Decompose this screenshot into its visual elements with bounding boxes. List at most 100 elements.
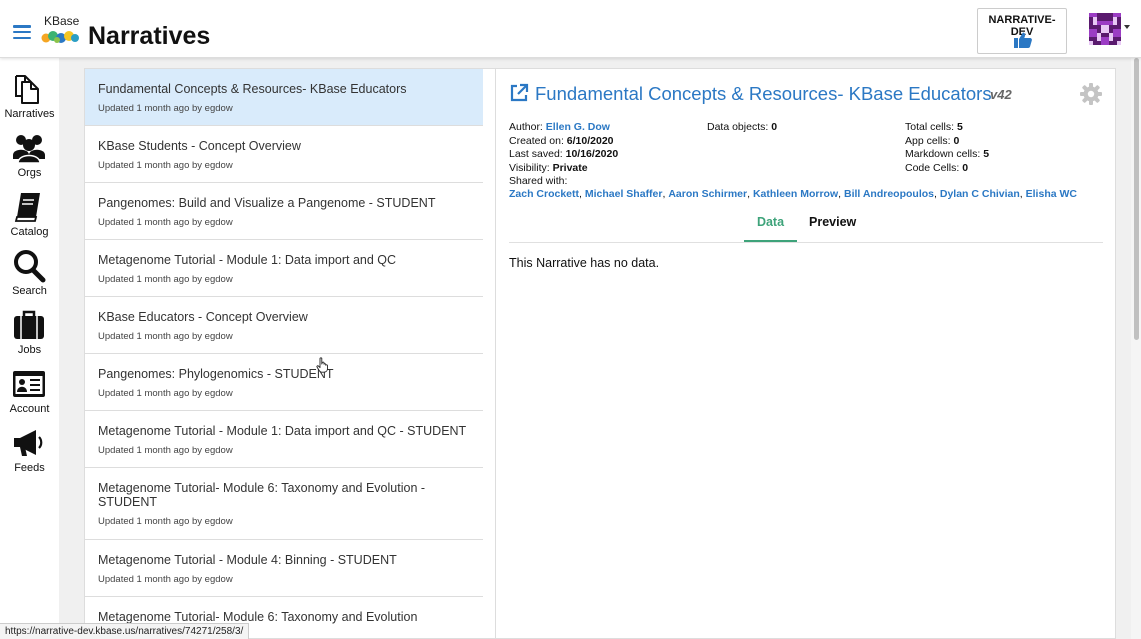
narrative-list-item[interactable]: KBase Students - Concept Overview Update…	[85, 126, 483, 183]
sidebar-item-label: Narratives	[4, 108, 55, 120]
metadata-middle: Data objects: 0	[707, 121, 777, 135]
sidebar-item-label: Feeds	[14, 462, 45, 474]
narratives-icon	[15, 75, 39, 104]
narrative-list-item[interactable]: Pangenomes: Phylogenomics - STUDENT Upda…	[85, 354, 483, 411]
created-label: Created on:	[509, 134, 564, 147]
created-value: 6/10/2020	[566, 134, 614, 147]
visibility-label: Visibility:	[509, 161, 550, 174]
metadata-right: Total cells: 5 App cells: 0 Markdown cel…	[905, 121, 989, 175]
shared-label: Shared with:	[509, 175, 568, 187]
scrollbar-thumb[interactable]	[1134, 58, 1139, 340]
account-icon	[13, 371, 45, 397]
sidebar-item-narratives[interactable]: Narratives	[0, 64, 59, 122]
narrative-list-item-selected[interactable]: Fundamental Concepts & Resources- KBase …	[85, 69, 483, 126]
top-header: KBase Narratives NARRATIVE-DEV	[0, 0, 1141, 58]
narrative-title: KBase Educators - Concept Overview	[98, 310, 308, 324]
author-label: Author:	[509, 121, 543, 133]
sidebar-item-label: Catalog	[10, 226, 49, 238]
narrative-updated: Updated 1 month ago by egdow	[98, 388, 233, 399]
sidebar-item-orgs[interactable]: Orgs	[0, 123, 59, 181]
narrative-detail-title[interactable]: Fundamental Concepts & Resources- KBase …	[535, 83, 992, 105]
narrative-updated: Updated 1 month ago by egdow	[98, 274, 233, 285]
code-cells-value: 0	[962, 161, 969, 174]
narrative-updated: Updated 1 month ago by egdow	[98, 516, 233, 527]
app-cells-label: App cells:	[905, 134, 951, 147]
jobs-icon	[14, 310, 44, 339]
shared-user-link[interactable]: Kathleen Morrow	[753, 188, 838, 200]
kbase-logo[interactable]: KBase	[41, 14, 79, 46]
shared-user-link[interactable]: Aaron Schirmer	[668, 188, 747, 200]
logo-text: KBase	[44, 14, 80, 28]
sidebar-item-feeds[interactable]: Feeds	[0, 418, 59, 476]
shared-user-link[interactable]: Bill Andreopoulos	[844, 188, 934, 200]
search-icon	[14, 250, 46, 283]
feeds-icon	[14, 430, 43, 456]
environment-badge[interactable]: NARRATIVE-DEV	[977, 8, 1067, 54]
narrative-updated: Updated 1 month ago by egdow	[98, 217, 233, 228]
sidebar-item-search[interactable]: Search	[0, 241, 59, 299]
app-cells-value: 0	[953, 134, 960, 147]
tab-data[interactable]: Data	[744, 215, 797, 242]
sidebar-item-label: Jobs	[17, 344, 42, 356]
hand-cursor-icon	[316, 357, 328, 373]
narrative-updated: Updated 1 month ago by egdow	[98, 574, 233, 585]
narrative-updated: Updated 1 month ago by egdow	[98, 331, 233, 342]
sidebar-item-label: Orgs	[17, 167, 42, 179]
shared-user-link[interactable]: Zach Crockett	[509, 188, 579, 200]
sidebar-item-jobs[interactable]: Jobs	[0, 300, 59, 358]
narrative-list-item[interactable]: Metagenome Tutorial- Module 6: Taxonomy …	[85, 468, 483, 540]
narrative-updated: Updated 1 month ago by egdow	[98, 103, 233, 114]
page-scrollbar[interactable]	[1131, 58, 1141, 639]
narrative-title: KBase Students - Concept Overview	[98, 139, 301, 153]
sidebar-nav: Narratives Orgs Catalog Search Jobs Acco…	[0, 58, 59, 639]
sidebar-item-label: Account	[9, 403, 50, 415]
tab-preview[interactable]: Preview	[809, 215, 856, 229]
markdown-cells-label: Markdown cells:	[905, 148, 981, 160]
narrative-title: Metagenome Tutorial- Module 6: Taxonomy …	[98, 610, 418, 624]
metadata-left: Author: Ellen G. Dow Created on: 6/10/20…	[509, 121, 618, 189]
narrative-title: Metagenome Tutorial- Module 6: Taxonomy …	[98, 481, 426, 509]
sidebar-item-label: Search	[12, 285, 47, 297]
saved-value: 10/16/2020	[565, 148, 619, 160]
narrative-list-item[interactable]: KBase Educators - Concept Overview Updat…	[85, 297, 483, 354]
narrative-list-item[interactable]: Pangenomes: Build and Visualize a Pangen…	[85, 183, 483, 240]
author-link[interactable]: Ellen G. Dow	[546, 121, 610, 133]
shared-user-link[interactable]: Dylan C Chivian	[940, 188, 1020, 200]
narrative-title: Pangenomes: Phylogenomics - STUDENT	[98, 367, 334, 381]
browser-status-bar: https://narrative-dev.kbase.us/narrative…	[0, 623, 250, 639]
code-cells-label: Code Cells:	[905, 161, 960, 174]
gear-icon[interactable]	[1079, 82, 1103, 106]
shared-with-list: Zach Crockett, Michael Shaffer, Aaron Sc…	[509, 188, 1077, 200]
narrative-title: Metagenome Tutorial - Module 4: Binning …	[98, 553, 397, 567]
narrative-title: Metagenome Tutorial - Module 1: Data imp…	[98, 424, 467, 438]
catalog-icon	[14, 193, 40, 222]
narrative-title: Metagenome Tutorial - Module 1: Data imp…	[98, 253, 397, 267]
visibility-value: Private	[552, 161, 588, 174]
narrative-list-item[interactable]: Metagenome Tutorial - Module 1: Data imp…	[85, 411, 483, 468]
page-title: Narratives	[88, 22, 211, 50]
shared-user-link[interactable]: Elisha WC	[1026, 188, 1077, 200]
narrative-list-item[interactable]: Metagenome Tutorial - Module 1: Data imp…	[85, 240, 483, 297]
narrative-list[interactable]: Fundamental Concepts & Resources- KBase …	[84, 68, 496, 639]
user-avatar[interactable]	[1089, 13, 1121, 45]
data-objects-value: 0	[771, 121, 778, 133]
narrative-updated: Updated 1 month ago by egdow	[98, 160, 233, 171]
sidebar-item-account[interactable]: Account	[0, 359, 59, 417]
narrative-list-item[interactable]: Metagenome Tutorial - Module 4: Binning …	[85, 540, 483, 597]
detail-tabs: Data Preview	[509, 213, 1103, 243]
saved-label: Last saved:	[509, 148, 563, 160]
total-cells-label: Total cells:	[905, 121, 955, 133]
narrative-updated: Updated 1 month ago by egdow	[98, 445, 233, 456]
external-link-icon[interactable]	[509, 83, 529, 103]
narrative-version: v42	[990, 87, 1012, 102]
empty-data-message: This Narrative has no data.	[509, 256, 660, 270]
hamburger-menu-icon[interactable]	[13, 25, 31, 39]
thumbs-up-icon	[1014, 32, 1032, 48]
narrative-detail: Fundamental Concepts & Resources- KBase …	[496, 68, 1116, 639]
orgs-icon	[13, 135, 45, 164]
shared-user-link[interactable]: Michael Shaffer	[585, 188, 663, 200]
list-scrollbar[interactable]	[483, 69, 495, 638]
narrative-title: Fundamental Concepts & Resources- KBase …	[98, 82, 407, 96]
sidebar-item-catalog[interactable]: Catalog	[0, 182, 59, 240]
chevron-down-icon[interactable]	[1124, 25, 1130, 29]
